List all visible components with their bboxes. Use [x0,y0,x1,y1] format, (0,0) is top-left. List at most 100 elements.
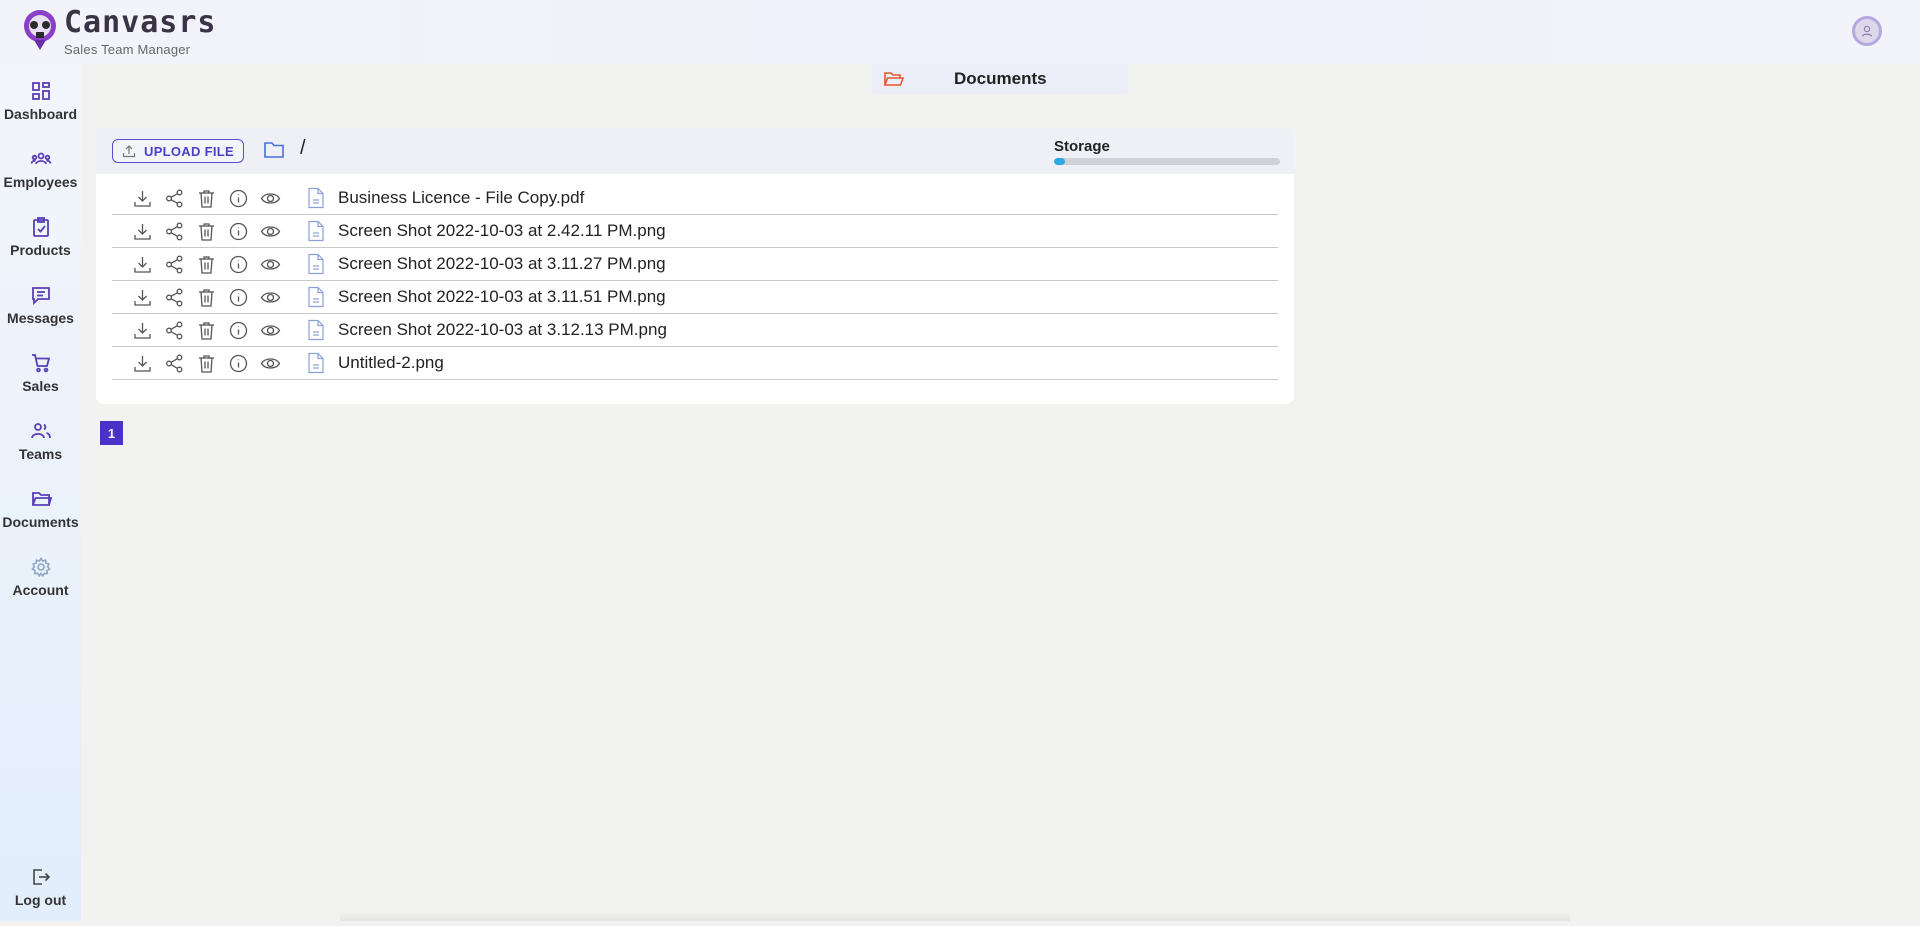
file-row[interactable]: Screen Shot 2022-10-03 at 2.42.11 PM.png [112,215,1278,248]
file-type-icon [286,253,326,275]
trash-button[interactable] [190,347,222,380]
storage-track [1054,158,1280,165]
info-button[interactable] [222,347,254,380]
share-button[interactable] [158,215,190,248]
breadcrumb: / [300,137,306,159]
share-button[interactable] [158,182,190,215]
teams-icon [30,423,51,439]
eye-button[interactable] [254,347,286,380]
info-icon [229,222,247,240]
sidebar: Dashboard Employees Products Messages Sa… [0,64,81,921]
trash-button[interactable] [190,182,222,215]
app-subtitle: Sales Team Manager [64,42,191,57]
user-avatar[interactable] [1852,16,1882,46]
logo-icon [24,10,56,50]
logout-icon [32,869,50,885]
trash-button[interactable] [190,215,222,248]
trash-icon [198,354,214,373]
sidebar-item-label: Teams [18,446,63,462]
logout-label: Log out [14,892,67,908]
gear-icon [30,557,51,578]
info-button[interactable] [222,314,254,347]
file-name[interactable]: Untitled-2.png [338,353,444,373]
file-row[interactable]: Untitled-2.png [112,347,1278,380]
file-icon [308,220,324,242]
eye-icon [260,225,280,237]
info-button[interactable] [222,182,254,215]
file-name[interactable]: Business Licence - File Copy.pdf [338,188,584,208]
storage-meter: Storage [1054,138,1280,165]
sidebar-item-employees[interactable]: Employees [0,148,81,208]
dashboard-icon [31,82,50,100]
file-name[interactable]: Screen Shot 2022-10-03 at 3.11.27 PM.png [338,254,666,274]
download-button[interactable] [126,248,158,281]
share-button[interactable] [158,314,190,347]
info-icon [229,189,247,207]
file-type-icon [286,187,326,209]
file-name[interactable]: Screen Shot 2022-10-03 at 2.42.11 PM.png [338,221,666,241]
share-button[interactable] [158,347,190,380]
share-button[interactable] [158,281,190,314]
file-row[interactable]: Screen Shot 2022-10-03 at 3.12.13 PM.png [112,314,1278,347]
trash-button[interactable] [190,314,222,347]
sidebar-item-label: Account [12,582,69,598]
file-type-icon [286,220,326,242]
download-button[interactable] [126,215,158,248]
file-type-icon [286,286,326,308]
trash-icon [198,189,214,208]
sidebar-item-documents[interactable]: Documents [0,488,81,548]
file-row[interactable]: Business Licence - File Copy.pdf [112,182,1278,215]
tab-documents[interactable]: Documents [872,64,1128,94]
download-button[interactable] [126,314,158,347]
brand[interactable]: Canvasrs Sales Team Manager [20,8,217,57]
eye-icon [260,357,280,369]
trash-button[interactable] [190,281,222,314]
file-icon [308,352,324,374]
file-type-icon [286,319,326,341]
sidebar-item-products[interactable]: Products [0,216,81,276]
sidebar-item-teams[interactable]: Teams [0,420,81,480]
trash-icon [198,321,214,340]
page-button[interactable]: 1 [100,421,123,445]
eye-icon [260,324,280,336]
share-icon [165,354,182,372]
trash-icon [198,288,214,307]
info-button[interactable] [222,248,254,281]
storage-label: Storage [1054,138,1110,155]
sidebar-item-account[interactable]: Account [0,556,81,616]
share-icon [165,288,182,306]
bottom-shadow [340,912,1570,921]
trash-button[interactable] [190,248,222,281]
eye-button[interactable] [254,248,286,281]
sidebar-item-sales[interactable]: Sales [0,352,81,412]
sidebar-item-messages[interactable]: Messages [0,284,81,344]
download-button[interactable] [126,182,158,215]
file-name[interactable]: Screen Shot 2022-10-03 at 3.11.51 PM.png [338,287,666,307]
sidebar-item-dashboard[interactable]: Dashboard [0,80,81,140]
eye-button[interactable] [254,281,286,314]
download-button[interactable] [126,347,158,380]
sidebar-item-label: Dashboard [3,106,78,122]
open-folder-icon [883,72,904,86]
info-button[interactable] [222,215,254,248]
file-name[interactable]: Screen Shot 2022-10-03 at 3.12.13 PM.png [338,320,667,340]
upload-file-button[interactable]: UPLOAD FILE [112,139,244,163]
download-button[interactable] [126,281,158,314]
share-icon [165,321,182,339]
eye-button[interactable] [254,182,286,215]
eye-button[interactable] [254,215,286,248]
file-icon [308,187,324,209]
info-button[interactable] [222,281,254,314]
eye-button[interactable] [254,314,286,347]
file-row[interactable]: Screen Shot 2022-10-03 at 3.11.27 PM.png [112,248,1278,281]
file-row[interactable]: Screen Shot 2022-10-03 at 3.11.51 PM.png [112,281,1278,314]
cart-icon [31,354,50,373]
info-icon [229,354,247,372]
logout-button[interactable]: Log out [0,866,81,926]
download-icon [133,256,151,273]
info-icon [229,288,247,306]
share-button[interactable] [158,248,190,281]
user-icon [1861,25,1873,37]
file-icon [308,286,324,308]
folder-icon[interactable] [262,138,286,162]
